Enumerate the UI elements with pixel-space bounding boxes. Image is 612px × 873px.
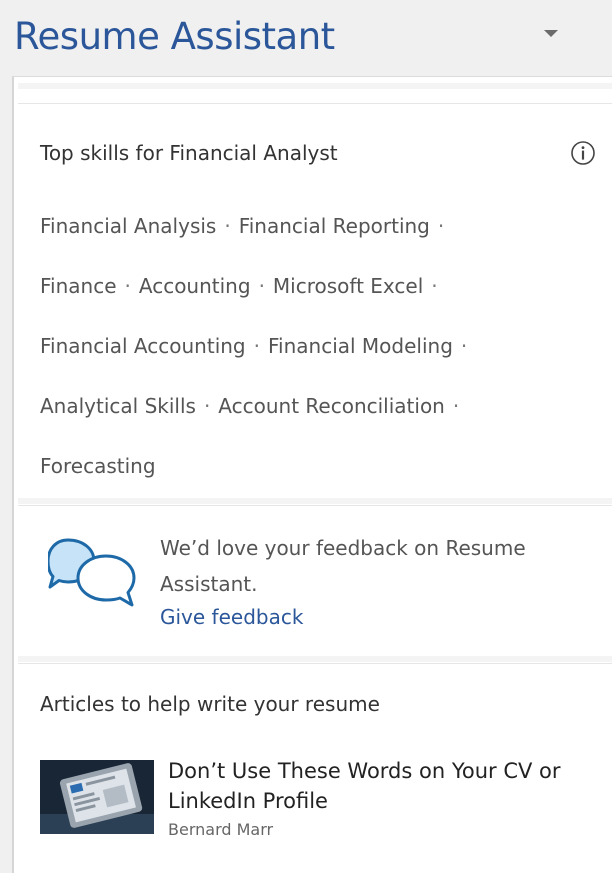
- skill-item[interactable]: Finance: [40, 274, 117, 298]
- skill-item[interactable]: Financial Reporting: [239, 214, 430, 238]
- article-thumbnail: [40, 760, 154, 834]
- card-divider: [18, 498, 612, 504]
- speech-bubbles-icon: [46, 534, 140, 610]
- article-item[interactable]: Don’t Use These Words on Your CV or Link…: [40, 756, 600, 840]
- pane-header: Resume Assistant: [0, 0, 612, 76]
- skill-separator: ·: [431, 274, 438, 298]
- skill-item[interactable]: Forecasting: [40, 454, 156, 478]
- top-skills-title: Top skills for Financial Analyst: [40, 141, 338, 165]
- skill-item[interactable]: Account Reconciliation: [218, 394, 445, 418]
- skill-item[interactable]: Financial Modeling: [268, 334, 453, 358]
- skill-item[interactable]: Microsoft Excel: [273, 274, 423, 298]
- give-feedback-link[interactable]: Give feedback: [160, 602, 303, 632]
- info-icon[interactable]: [570, 140, 596, 166]
- pane-title: Resume Assistant: [14, 15, 335, 58]
- skill-separator: ·: [460, 334, 468, 358]
- feedback-message: We’d love your feedback on Resume Assist…: [160, 536, 526, 596]
- top-skills-list: Financial Analysis · Financial Reporting · …: [40, 196, 600, 496]
- article-author: Bernard Marr: [168, 820, 274, 839]
- skill-separator: ·: [124, 274, 131, 298]
- skill-separator: ·: [253, 334, 260, 358]
- articles-title: Articles to help write your resume: [40, 692, 380, 716]
- skill-item[interactable]: Financial Accounting: [40, 334, 246, 358]
- top-skills-card: Top skills for Financial Analyst Financi…: [18, 103, 612, 499]
- feedback-card: We’d love your feedback on Resume Assist…: [18, 505, 612, 657]
- skill-separator: ·: [258, 274, 265, 298]
- skill-separator: ·: [452, 394, 460, 418]
- chevron-down-icon[interactable]: [538, 24, 564, 42]
- skill-item[interactable]: Analytical Skills: [40, 394, 196, 418]
- card-divider: [18, 656, 612, 662]
- card-divider: [18, 83, 612, 89]
- resume-assistant-pane: Resume Assistant Top skills for Financia…: [0, 0, 612, 873]
- skill-item[interactable]: Accounting: [139, 274, 251, 298]
- skill-separator: ·: [437, 214, 445, 238]
- skill-item[interactable]: Financial Analysis: [40, 214, 216, 238]
- articles-card: Articles to help write your resume Don’t…: [18, 663, 612, 873]
- skill-separator: ·: [224, 214, 231, 238]
- article-title[interactable]: Don’t Use These Words on Your CV or Link…: [168, 756, 598, 816]
- pane-content: Top skills for Financial Analyst Financi…: [12, 76, 612, 873]
- skill-separator: ·: [203, 394, 211, 418]
